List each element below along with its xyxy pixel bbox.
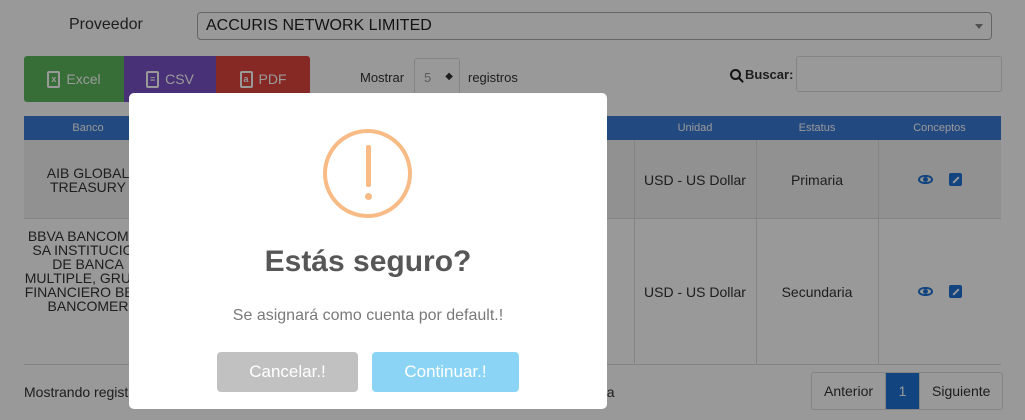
confirm-button[interactable]: Continuar.!: [372, 352, 519, 392]
warning-exclamation-icon: [323, 129, 412, 218]
cancel-button[interactable]: Cancelar.!: [217, 352, 358, 392]
exclamation-bar: [366, 145, 371, 187]
dialog-text: Se asignará como cuenta por default.!: [232, 307, 504, 324]
confirm-dialog: Estás seguro? Se asignará como cuenta po…: [129, 93, 607, 409]
exclamation-dot: [365, 193, 372, 200]
dialog-title: Estás seguro?: [264, 245, 472, 278]
